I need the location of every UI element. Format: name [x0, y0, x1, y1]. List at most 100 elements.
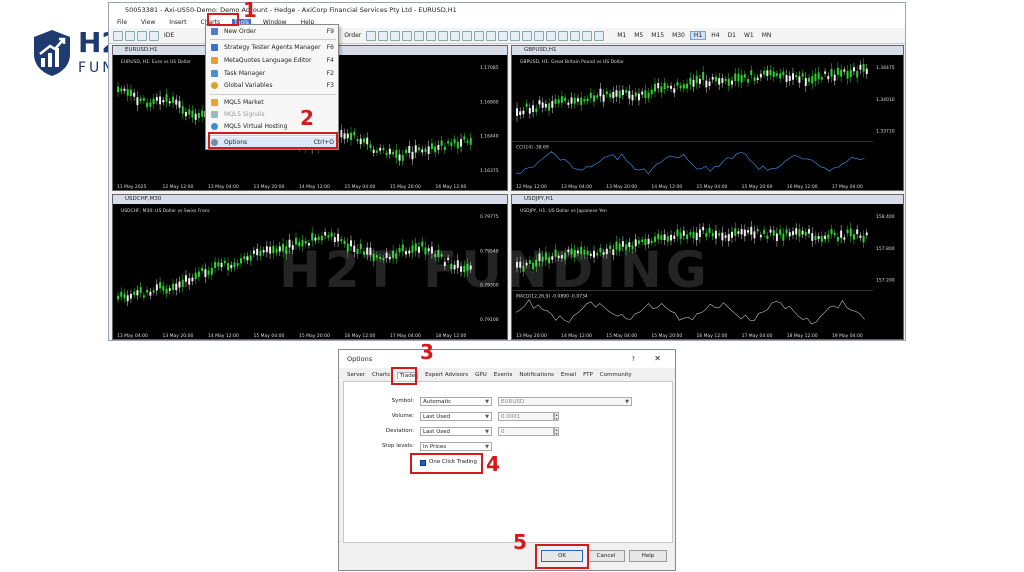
tab-gpu[interactable]: GPU [475, 372, 487, 379]
chart-tab[interactable]: USDCHF,M30 [113, 195, 507, 204]
autoscroll-icon[interactable] [450, 30, 461, 41]
navigator-icon[interactable] [149, 30, 159, 41]
tf-h4[interactable]: H4 [708, 32, 722, 39]
help-icon[interactable]: ? [632, 350, 635, 368]
trendline-icon[interactable] [546, 30, 557, 41]
metaeditor-icon [211, 57, 218, 64]
deviation-select[interactable]: Last Used ▼ [420, 427, 492, 436]
candle [798, 76, 801, 83]
candle [362, 138, 365, 143]
menu-item-metaeditor[interactable]: MetaQuotes Language Editor F4 [206, 55, 338, 66]
candle [126, 89, 129, 96]
volume-input[interactable]: 0.0001 [498, 412, 554, 421]
menu-item-virtual-hosting[interactable]: MQL5 Virtual Hosting [206, 121, 338, 132]
highlight-trade-tab [391, 367, 417, 385]
candle [139, 98, 142, 101]
symbol-right-select[interactable]: EURUSD ▼ [498, 397, 632, 406]
grid-icon[interactable] [438, 30, 449, 41]
channel-icon[interactable] [558, 30, 569, 41]
candle [836, 67, 839, 75]
candlestick-icon[interactable] [390, 30, 401, 41]
close-icon[interactable]: ✕ [654, 350, 661, 368]
candle [440, 140, 443, 146]
chart-gbpusd[interactable]: GBPUSD,H1 GBPUSD, H1: Great Britain Poun… [511, 45, 904, 191]
candle [714, 76, 717, 82]
line-chart-icon[interactable] [402, 30, 413, 41]
volume-stepper[interactable]: ▴ ▾ [554, 412, 559, 421]
tf-d1[interactable]: D1 [725, 32, 739, 39]
ide-button[interactable]: IDE [161, 32, 177, 39]
candle [660, 86, 663, 93]
candle [249, 255, 252, 261]
candle [460, 139, 463, 147]
tf-mn[interactable]: MN [759, 32, 775, 39]
tf-h1[interactable]: H1 [689, 31, 707, 40]
deviation-stepper[interactable]: ▴ ▾ [554, 427, 559, 436]
chart-shift-icon[interactable] [462, 30, 473, 41]
menu-item-mql5-signals[interactable]: MQL5 Signals [206, 109, 338, 120]
order-button[interactable]: Order [341, 32, 364, 39]
indicators-icon[interactable] [474, 30, 485, 41]
fibo-icon[interactable] [570, 30, 581, 41]
volume-select[interactable]: Last Used ▼ [420, 412, 492, 421]
candle [612, 91, 615, 99]
zoom-in-icon[interactable] [414, 30, 425, 41]
horizontal-line-icon[interactable] [534, 30, 545, 41]
chart-canvas[interactable]: GBPUSD, H1: Great Britain Pound vs US Do… [512, 55, 903, 190]
tf-m1[interactable]: M1 [614, 32, 629, 39]
chart-tab[interactable]: GBPUSD,H1 [512, 46, 903, 55]
shapes-icon[interactable] [594, 30, 605, 41]
stop-levels-select[interactable]: In Prices ▼ [420, 442, 492, 451]
cancel-button[interactable]: Cancel [587, 550, 625, 562]
new-chart-icon[interactable] [113, 30, 123, 41]
candle [779, 73, 782, 79]
tab-charts[interactable]: Charts [372, 372, 390, 379]
candle [618, 90, 621, 98]
algo-trading-icon[interactable] [366, 30, 377, 41]
menu-insert[interactable]: Insert [167, 19, 188, 26]
candle [580, 97, 583, 105]
tf-w1[interactable]: W1 [741, 32, 757, 39]
menu-item-task-manager[interactable]: Task Manager F2 [206, 68, 338, 79]
cursor-icon[interactable] [498, 30, 509, 41]
candle [814, 235, 817, 241]
menu-item-mql5-market[interactable]: MQL5 Market [206, 97, 338, 108]
candle [576, 98, 579, 102]
vertical-line-icon[interactable] [522, 30, 533, 41]
tf-m5[interactable]: M5 [631, 32, 646, 39]
crosshair-icon[interactable] [510, 30, 521, 41]
menu-view[interactable]: View [139, 19, 157, 26]
tab-server[interactable]: Server [347, 372, 365, 379]
candle [269, 246, 272, 254]
templates-icon[interactable] [486, 30, 497, 41]
bar-chart-icon[interactable] [378, 30, 389, 41]
tab-expert-advisors[interactable]: Expert Advisors [425, 372, 468, 379]
candle [695, 75, 698, 84]
tf-m15[interactable]: M15 [648, 32, 667, 39]
candle [129, 89, 132, 97]
candle [615, 90, 618, 97]
tab-ftp[interactable]: FTP [583, 372, 593, 379]
text-icon[interactable] [582, 30, 593, 41]
tab-community[interactable]: Community [600, 372, 632, 379]
tab-email[interactable]: Email [561, 372, 576, 379]
candle [849, 69, 852, 77]
menu-item-new-order[interactable]: New Order F9 [206, 26, 338, 37]
deviation-input[interactable]: 0 [498, 427, 554, 436]
menu-file[interactable]: File [115, 19, 129, 26]
tab-events[interactable]: Events [494, 372, 513, 379]
menu-item-global-variables[interactable]: Global Variables F3 [206, 80, 338, 91]
help-button[interactable]: Help [629, 550, 667, 562]
symbol-select[interactable]: Automatic ▼ [420, 397, 492, 406]
tab-notifications[interactable]: Notifications [519, 372, 553, 379]
profiles-icon[interactable] [125, 30, 135, 41]
tf-m30[interactable]: M30 [669, 32, 688, 39]
candle [682, 230, 685, 236]
chart-tab[interactable]: USDJPY,H1 [512, 195, 903, 204]
menu-item-agents-manager[interactable]: Strategy Tester Agents Manager F6 [206, 42, 338, 53]
market-watch-icon[interactable] [137, 30, 147, 41]
candle [117, 295, 119, 300]
highlight-tools [207, 13, 239, 26]
candle [689, 232, 692, 235]
zoom-out-icon[interactable] [426, 30, 437, 41]
